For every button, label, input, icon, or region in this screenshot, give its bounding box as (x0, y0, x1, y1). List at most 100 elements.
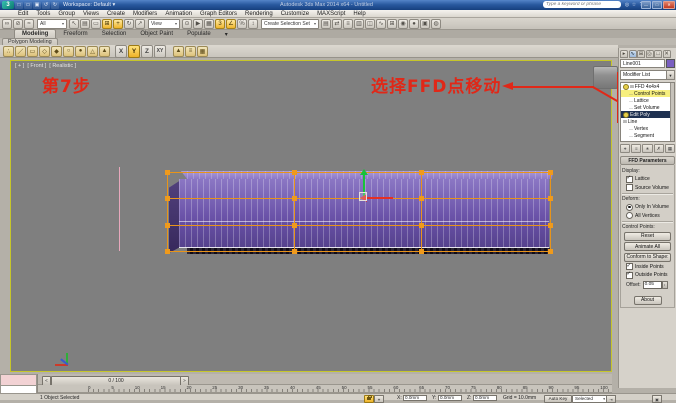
conform-to-shape-button[interactable]: Conform to Shape: (624, 253, 671, 262)
radio-selected-icon[interactable] (626, 204, 633, 211)
polygon-subobject-icon[interactable]: ◇ (39, 46, 50, 57)
gizmo-y-arrow-icon[interactable] (360, 169, 368, 175)
offset-field[interactable]: 0.05 (643, 281, 662, 289)
animate-all-button[interactable]: Animate All (624, 242, 671, 251)
listener-macro-pane[interactable] (0, 374, 37, 386)
selection-lock-toggle[interactable] (364, 395, 374, 403)
viewport-menu-shading[interactable]: [ Realistic ] (49, 63, 76, 69)
render-production-icon[interactable]: ◍ (431, 19, 441, 29)
menu-item[interactable]: Group (54, 11, 79, 17)
visibility-bulb-icon[interactable] (623, 112, 629, 118)
spinner-snap-icon[interactable]: ↕ (248, 19, 258, 29)
checkbox-checked-icon[interactable] (626, 272, 633, 279)
collapse-icon[interactable]: ⊟ (623, 119, 627, 125)
element-subobject-icon[interactable]: ◆ (51, 46, 62, 57)
about-button[interactable]: About (634, 296, 662, 305)
material-editor-icon[interactable]: ◉ (398, 19, 408, 29)
selection-filter-dropdown[interactable]: All ▾ (37, 19, 67, 29)
create-tab-icon[interactable]: ▸ (620, 50, 628, 58)
track-bar[interactable]: 0510152025303540455055606570758085909510… (38, 385, 612, 393)
use-pivot-icon[interactable]: ⊙ (182, 19, 192, 29)
tab-selection[interactable]: Selection (95, 30, 134, 38)
motion-tab-icon[interactable]: ◎ (646, 50, 654, 58)
utilities-tab-icon[interactable]: ✕ (663, 50, 671, 58)
stack-item-set-volume[interactable]: Set Volume (621, 104, 674, 111)
menu-item[interactable]: Edit (14, 11, 32, 17)
make-unique-icon[interactable]: ∗ (642, 144, 652, 153)
select-scale-icon[interactable]: ↗ (135, 19, 145, 29)
viewport-front[interactable]: [ + ] [ Front ] [ Realistic ] (10, 60, 612, 372)
align-icon[interactable]: ≡ (343, 19, 353, 29)
layer-manager-icon[interactable]: ▥ (354, 19, 364, 29)
keyboard-override-icon[interactable]: ▦ (204, 19, 214, 29)
previous-frame-button[interactable]: < (42, 376, 51, 386)
save-icon[interactable]: ▣ (33, 2, 41, 9)
all-vertices-radio[interactable]: All Vertices (626, 212, 673, 219)
tab-object-paint[interactable]: Object Paint (133, 30, 180, 38)
time-slider-handle[interactable]: 0 / 100 (51, 376, 181, 386)
key-filter-dropdown[interactable]: Selected ▾ (572, 395, 608, 403)
reset-button[interactable]: Reset (624, 232, 671, 241)
bind-spacewarp-icon[interactable]: ≈ (24, 19, 34, 29)
menu-item[interactable]: Animation (161, 11, 196, 17)
rollout-header[interactable]: FFD Parameters (620, 156, 675, 165)
minimize-button[interactable]: — (641, 1, 651, 9)
percent-snap-icon[interactable]: % (237, 19, 247, 29)
menu-item[interactable]: Views (79, 11, 103, 17)
undo-icon[interactable]: ↺ (42, 2, 50, 9)
maximize-button[interactable]: □ (652, 1, 662, 9)
maximize-viewport-icon[interactable]: ▣ (652, 395, 662, 403)
window-crossing-icon[interactable]: ⊞ (102, 19, 112, 29)
workspace-selector[interactable]: Workspace: Default ▾ (63, 2, 115, 8)
render-setup-icon[interactable]: ● (409, 19, 419, 29)
select-and-link-icon[interactable]: ∞ (2, 19, 12, 29)
shrink-icon[interactable]: ▲ (99, 46, 110, 57)
named-selection-set-field[interactable]: Create Selection Set ▾ (261, 19, 319, 29)
offset-mode-icon[interactable]: ⌖ (374, 395, 384, 403)
mirror-icon[interactable]: ⇄ (332, 19, 342, 29)
grow-icon[interactable]: △ (87, 46, 98, 57)
loop-icon[interactable]: ○ (63, 46, 74, 57)
select-manipulate-icon[interactable]: ▶ (193, 19, 203, 29)
graphite-toggle-icon[interactable]: ◫ (365, 19, 375, 29)
stack-item-segment[interactable]: Segment (621, 132, 674, 139)
tab-modeling[interactable]: Modeling (14, 29, 56, 38)
modifier-list-dropdown[interactable]: Modifier List ▼ (620, 70, 675, 80)
checkbox-checked-icon[interactable] (626, 263, 633, 270)
unlink-icon[interactable]: ⊘ (13, 19, 23, 29)
object-color-swatch[interactable] (666, 59, 675, 68)
menu-item[interactable]: Help (349, 11, 369, 17)
menu-item[interactable]: Customize (277, 11, 313, 17)
spinner-icon[interactable]: ↕ (662, 281, 668, 289)
constraint-xy-icon[interactable]: ▲ (173, 46, 184, 57)
remove-modifier-icon[interactable]: ✗ (654, 144, 664, 153)
lattice-checkbox[interactable]: Lattice (626, 176, 673, 183)
menu-item[interactable]: Modifiers (129, 11, 161, 17)
stack-scrollbar[interactable] (670, 83, 674, 141)
grid-align-icon[interactable]: ▦ (197, 46, 208, 57)
help-search-box[interactable] (543, 1, 621, 8)
select-move-icon[interactable]: + (113, 19, 123, 29)
ffd-control-points[interactable] (165, 170, 170, 175)
rect-region-icon[interactable]: ▭ (91, 19, 101, 29)
close-button[interactable]: ✕ (663, 1, 675, 9)
object-name-field[interactable]: Line001 (620, 59, 665, 68)
search-input[interactable] (543, 2, 619, 8)
rendered-frame-icon[interactable]: ▣ (420, 19, 430, 29)
angle-snap-icon[interactable]: ∠ (226, 19, 236, 29)
constraint-z-button[interactable]: Z (141, 45, 153, 58)
modify-tab-icon[interactable]: ∿ (629, 50, 637, 58)
outside-points-checkbox[interactable]: Outside Points (626, 272, 673, 279)
menu-item[interactable]: Rendering (241, 11, 277, 17)
checkbox-unchecked-icon[interactable] (626, 184, 633, 191)
ring-icon[interactable]: ● (75, 46, 86, 57)
reference-coordinate-dropdown[interactable]: View ▾ (148, 19, 180, 29)
next-frame-button[interactable]: > (180, 376, 189, 386)
stack-item-vertex[interactable]: Vertex (621, 125, 674, 132)
collapse-icon[interactable]: ⊟ (630, 84, 634, 90)
viewport-menu-view[interactable]: [ Front ] (27, 63, 46, 69)
tab-populate[interactable]: Populate (180, 30, 218, 38)
constraint-xy-button[interactable]: XY (154, 45, 166, 58)
ribbon-minimize-caret-icon[interactable]: ▾ (218, 30, 235, 38)
edit-named-sets-icon[interactable]: ▤ (321, 19, 331, 29)
